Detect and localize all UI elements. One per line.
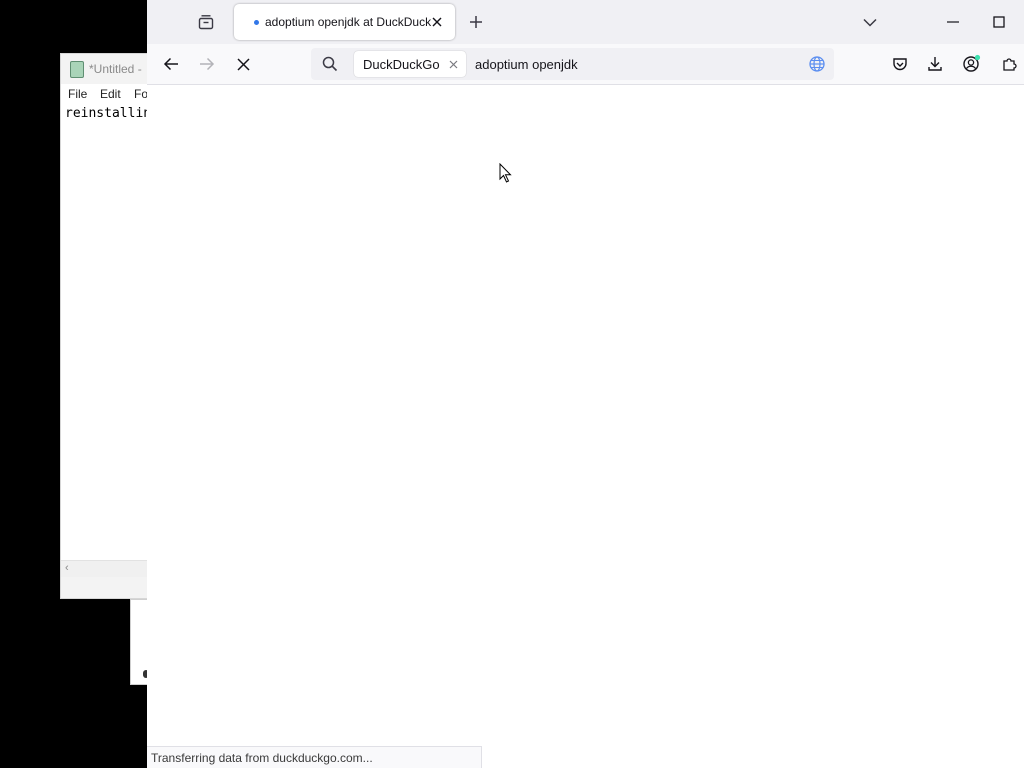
download-icon[interactable] [923,52,947,76]
tab-bar: adoptium openjdk at DuckDuckGo [147,0,1024,44]
close-icon[interactable] [428,13,446,31]
navigation-toolbar: DuckDuckGo [147,44,1024,85]
status-text: Transferring data from duckduckgo.com... [151,751,373,765]
mouse-cursor-icon [499,162,513,188]
notepad-menu-format[interactable]: Fo [134,87,148,101]
url-input[interactable] [475,53,775,75]
tab-active[interactable]: adoptium openjdk at DuckDuckGo [234,4,455,40]
plus-icon[interactable] [464,10,488,34]
chevron-down-icon[interactable] [858,10,882,34]
search-engine-label: DuckDuckGo [363,57,440,72]
close-icon[interactable] [447,57,459,71]
globe-icon[interactable] [808,55,826,73]
maximize-icon[interactable] [983,10,1015,34]
notepad-menu-file[interactable]: File [68,87,87,101]
minimize-icon[interactable] [937,10,969,34]
status-panel: Transferring data from duckduckgo.com... [147,746,482,768]
tab-title: adoptium openjdk at DuckDuckGo [265,15,431,29]
url-bar[interactable]: DuckDuckGo [311,48,834,80]
page-content[interactable] [147,85,1024,768]
tab-list-icon[interactable] [192,10,220,34]
notepad-title: *Untitled - [89,62,142,76]
back-arrow-icon[interactable] [157,50,185,78]
forward-arrow-icon[interactable] [193,50,221,78]
notepad-menu-edit[interactable]: Edit [100,87,121,101]
notepad-horizontal-scrollbar[interactable]: ‹ [61,560,159,577]
stop-icon[interactable] [229,50,257,78]
notepad-window[interactable]: *Untitled - File Edit Fo reinstallin ‹ [60,53,160,599]
search-icon [321,55,339,73]
browser-window: adoptium openjdk at DuckDuckGo DuckDuckG… [147,0,1024,768]
notepad-titlebar[interactable]: *Untitled - [61,54,159,84]
notepad-text-area[interactable]: reinstallin [65,106,151,121]
extensions-icon[interactable] [997,52,1021,76]
notepad-app-icon [70,61,84,78]
pocket-icon[interactable] [888,52,912,76]
tab-loading-dot [254,20,259,25]
notepad-menubar: File Edit Fo [61,84,159,104]
notepad-statusbar [61,577,159,598]
scroll-left-icon[interactable]: ‹ [65,562,69,574]
account-icon[interactable] [960,52,984,76]
search-engine-chip[interactable]: DuckDuckGo [354,51,466,77]
